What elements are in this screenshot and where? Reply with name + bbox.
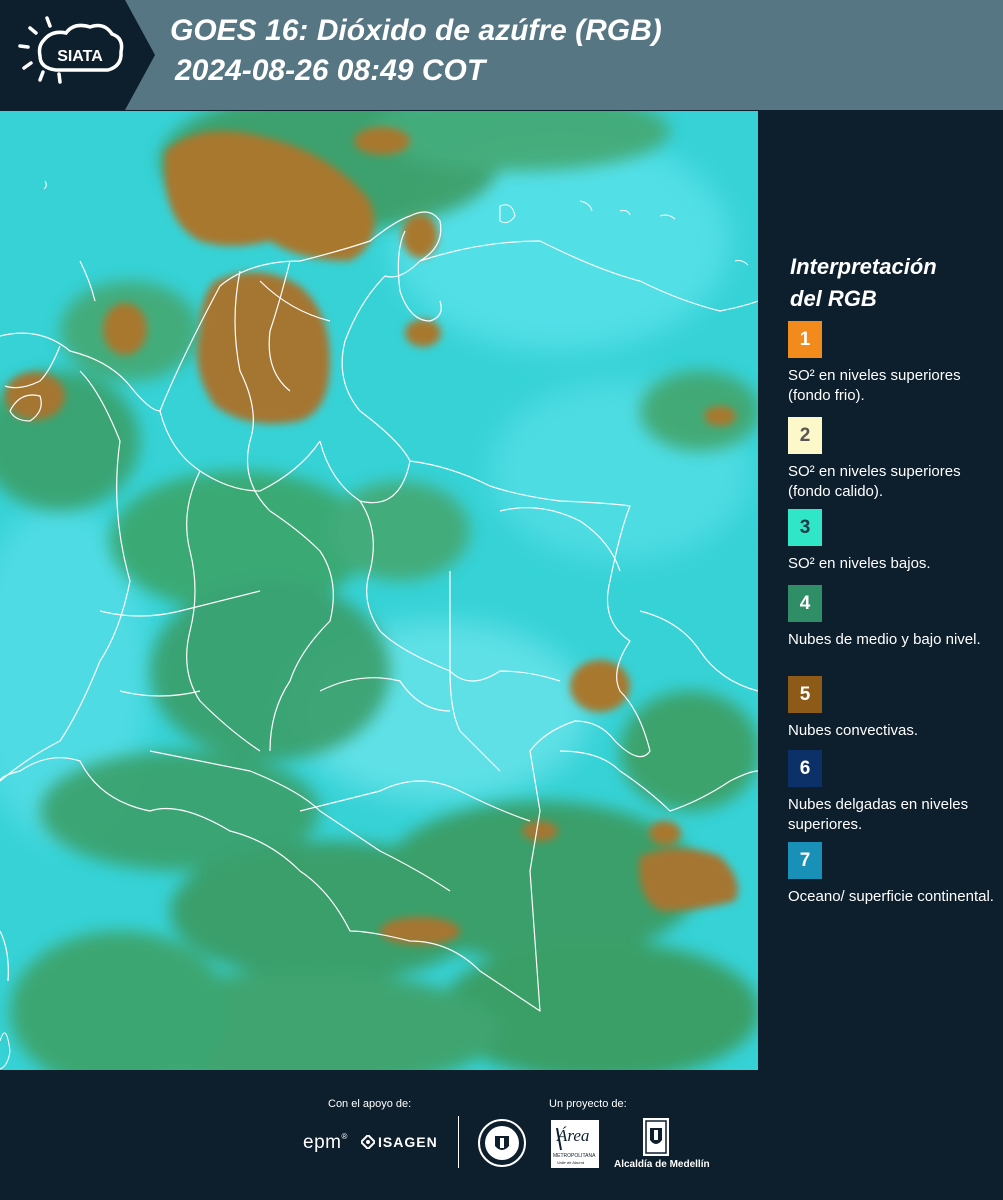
legend-label-2: SO² en niveles superiores (fondo calido)…	[788, 463, 961, 500]
legend-swatch-3: 3	[788, 509, 822, 546]
legend-swatch-1: 1	[788, 321, 822, 358]
legend-label-5: Nubes convectivas.	[788, 722, 919, 739]
project-label: Un proyecto de:	[549, 1098, 627, 1110]
legend-swatch-2: 2	[788, 417, 822, 454]
legend-swatch-5: 5	[788, 676, 822, 713]
footer: Con el apoyo de: Un proyecto de: epm® IS…	[0, 1070, 1003, 1200]
legend-item-3: 3 SO² en niveles bajos.	[788, 509, 998, 574]
legend-number-2: 2	[799, 424, 811, 446]
isagen-logo: ISAGEN	[359, 1133, 438, 1151]
legend-number-3: 3	[799, 516, 811, 538]
legend-item-5: 5 Nubes convectivas.	[788, 676, 998, 741]
legend-label-1: SO² en niveles superiores (fondo frio).	[788, 367, 961, 404]
support-label: Con el apoyo de:	[328, 1098, 412, 1110]
legend-number-7: 7	[799, 849, 811, 871]
legend-item-4: 4 Nubes de medio y bajo nivel.	[788, 585, 998, 650]
legend-panel: Interpretación del RGB 1 SO² en niveles …	[760, 111, 1003, 1070]
area-metropolitana-logo: Área METROPOLITANA Valle de Aburrá	[551, 1120, 599, 1168]
legend-number-5: 5	[799, 683, 811, 705]
legend-swatch-7: 7	[788, 842, 822, 879]
epm-logo-text: epm	[303, 1132, 342, 1153]
legend-title-line1: Interpretación	[790, 254, 937, 279]
satellite-map	[0, 111, 758, 1070]
epm-logo: epm®	[303, 1132, 348, 1153]
alcaldia-label: Alcaldía de Medellín	[614, 1159, 710, 1170]
legend-item-1: 1 SO² en niveles superiores (fondo frio)…	[788, 321, 998, 406]
footer-divider	[458, 1116, 459, 1168]
legend-label-4: Nubes de medio y bajo nivel.	[788, 631, 981, 648]
legend-swatch-6: 6	[788, 750, 822, 787]
logo-text: SIATA	[57, 48, 103, 65]
legend-title: Interpretación del RGB	[790, 251, 990, 315]
area-logo-line2: Valle de Aburrá	[557, 1160, 585, 1165]
header-bar: SIATA GOES 16: Dióxido de azúfre (RGB) 2…	[0, 0, 1003, 110]
legend-item-7: 7 Oceano/ superficie continental.	[788, 842, 998, 907]
page-title: GOES 16: Dióxido de azúfre (RGB)	[170, 14, 662, 47]
legend-item-2: 2 SO² en niveles superiores (fondo calid…	[788, 417, 998, 502]
legend-label-6: Nubes delgadas en niveles superiores.	[788, 796, 969, 833]
legend-label-3: SO² en niveles bajos.	[788, 555, 931, 572]
legend-title-line2: del RGB	[790, 286, 877, 311]
legend-number-4: 4	[799, 592, 811, 614]
legend-number-6: 6	[799, 757, 811, 779]
legend-label-7: Oceano/ superficie continental.	[788, 888, 994, 905]
alcaldia-shield-icon	[643, 1118, 669, 1156]
isagen-icon	[359, 1133, 377, 1151]
legend-item-6: 6 Nubes delgadas en niveles superiores.	[788, 750, 998, 835]
image-timestamp: 2024-08-26 08:49 COT	[175, 54, 486, 87]
area-logo-line1: METROPOLITANA	[553, 1153, 596, 1159]
isagen-logo-text: ISAGEN	[378, 1134, 438, 1150]
legend-number-1: 1	[799, 328, 811, 350]
medellin-seal	[477, 1118, 527, 1168]
legend-swatch-4: 4	[788, 585, 822, 622]
siata-logo: SIATA	[0, 0, 155, 110]
